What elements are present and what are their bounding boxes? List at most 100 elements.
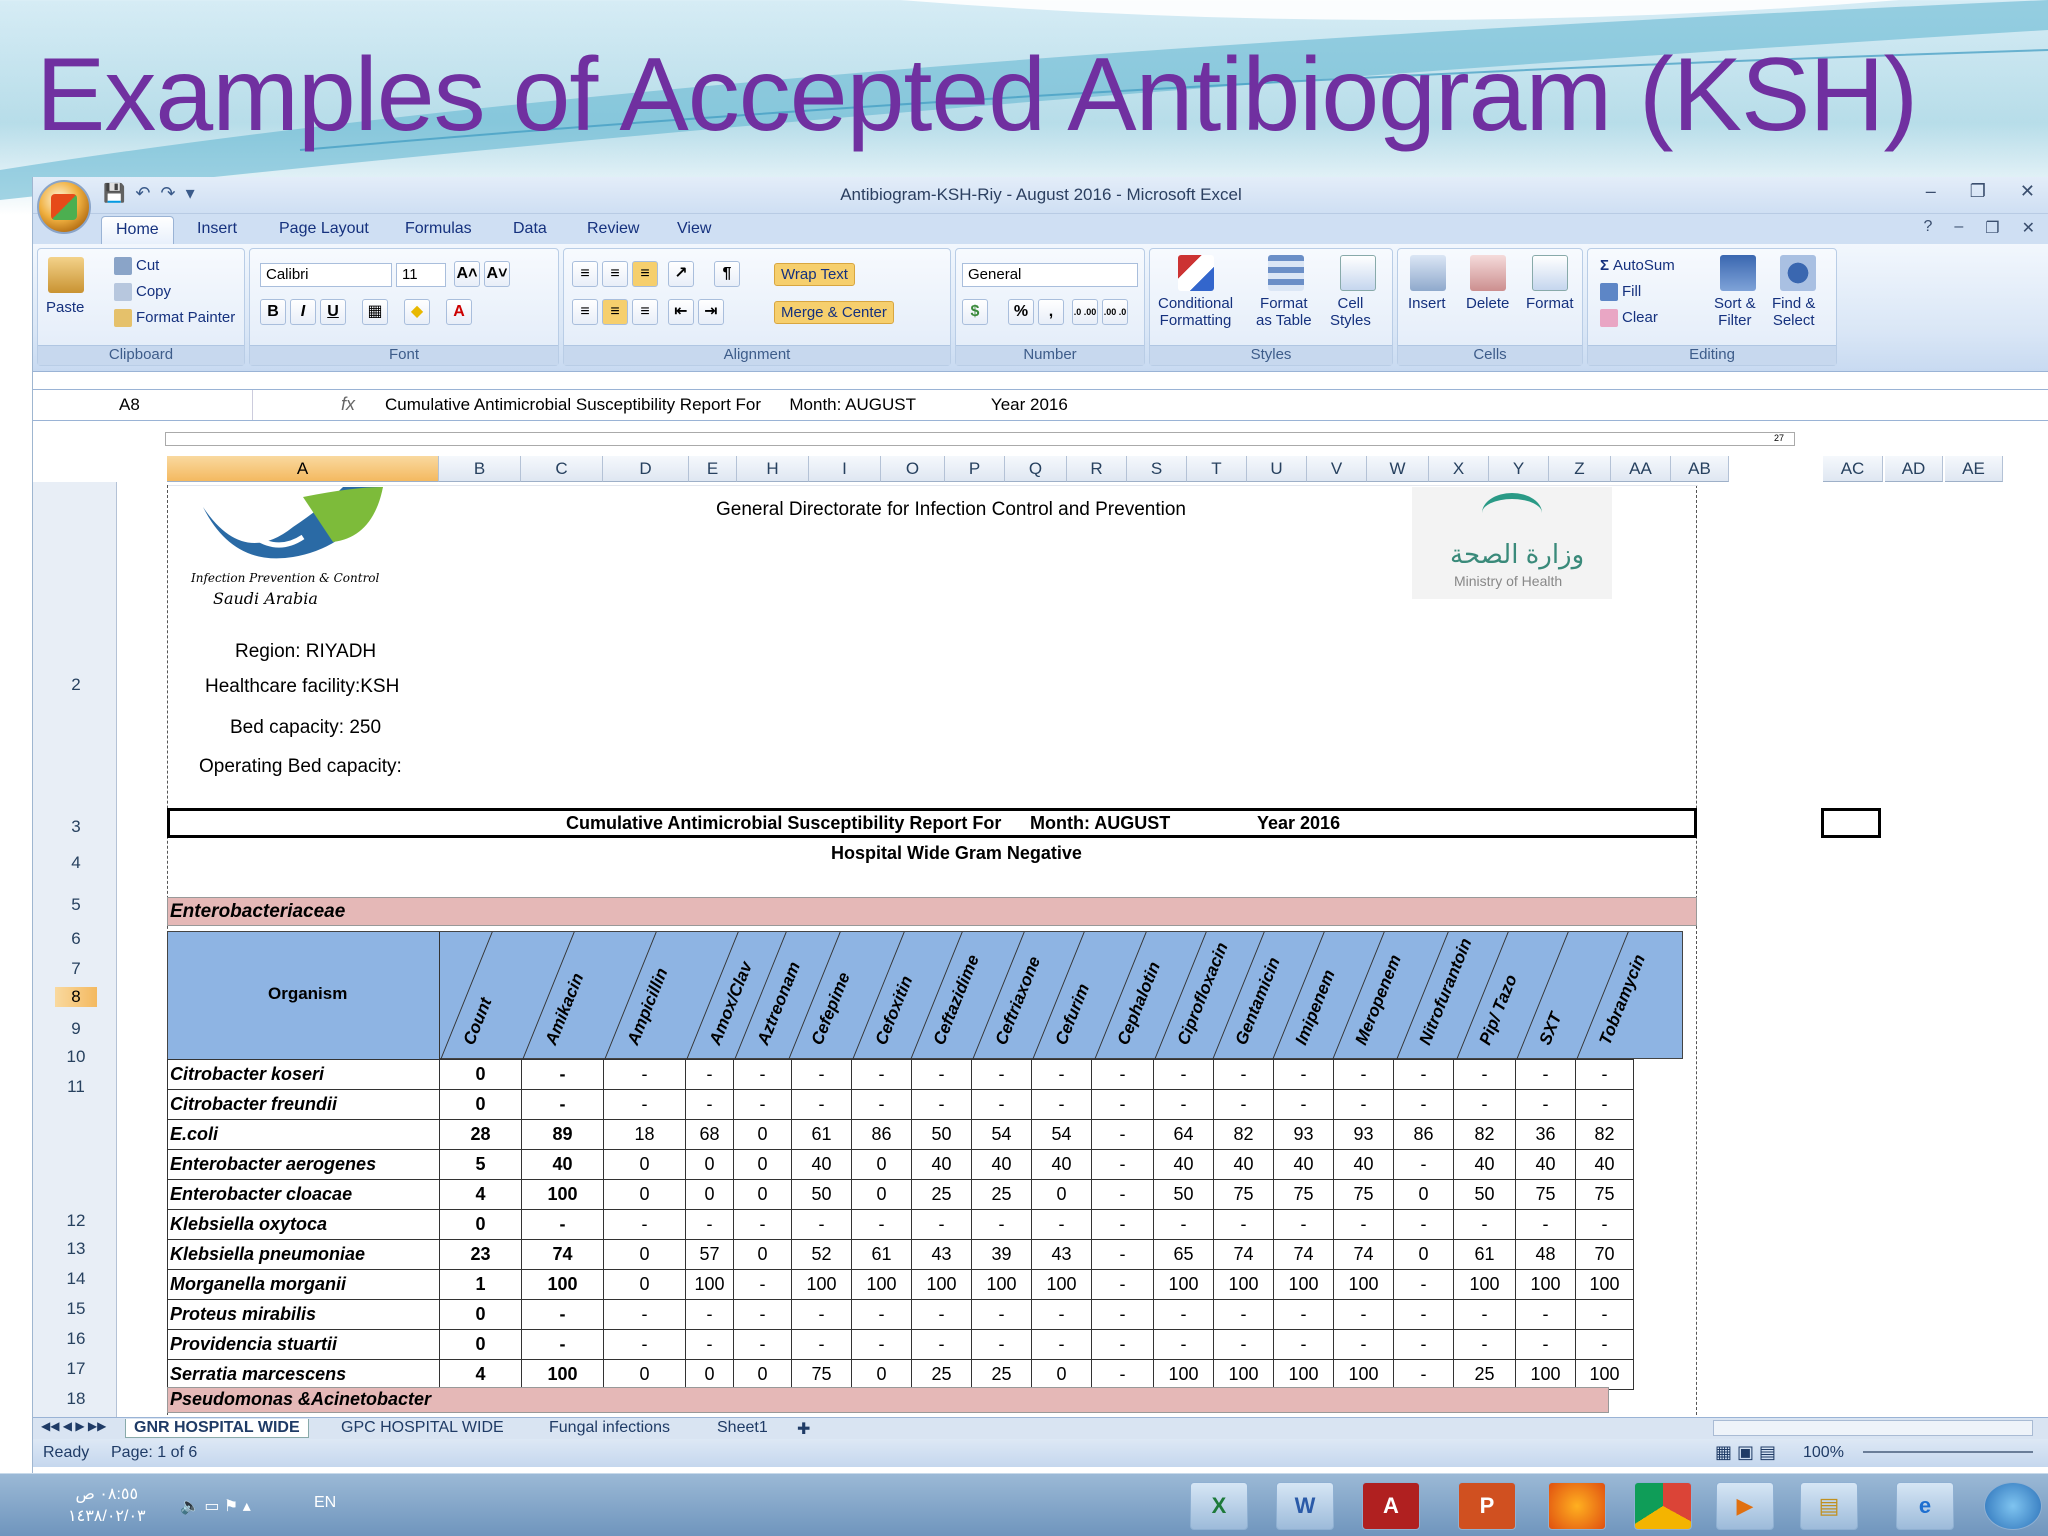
wb-minimize-icon[interactable]: – [1954, 218, 1963, 238]
value-cell[interactable]: - [1153, 1209, 1214, 1240]
tab-home[interactable]: Home [101, 216, 174, 244]
value-cell[interactable]: - [1091, 1269, 1154, 1300]
formula-input[interactable]: Cumulative Antimicrobial Susceptibility … [385, 395, 1068, 415]
value-cell[interactable]: - [1031, 1059, 1092, 1090]
zoom-slider[interactable] [1863, 1451, 2033, 1453]
firefox-taskbar-icon[interactable] [1548, 1482, 1606, 1530]
value-cell[interactable]: - [1091, 1359, 1154, 1390]
column-header[interactable]: Z [1549, 456, 1611, 482]
value-cell[interactable]: - [1333, 1209, 1394, 1240]
value-cell[interactable]: - [791, 1089, 852, 1120]
value-cell[interactable]: - [971, 1299, 1032, 1330]
row-header[interactable]: 8 [55, 987, 97, 1007]
format-as-table-icon[interactable] [1268, 255, 1304, 291]
chrome-taskbar-icon[interactable] [1634, 1482, 1692, 1530]
minimize-icon[interactable]: – [1926, 181, 1936, 202]
column-header[interactable]: I [809, 456, 881, 482]
value-cell[interactable]: - [851, 1059, 912, 1090]
value-cell[interactable]: - [1091, 1209, 1154, 1240]
value-cell[interactable]: 54 [1031, 1119, 1092, 1150]
column-header[interactable]: C [521, 456, 603, 482]
selected-cell-outline[interactable] [1821, 808, 1881, 838]
row-header[interactable]: 13 [55, 1239, 97, 1259]
language-indicator[interactable]: EN [314, 1494, 336, 1512]
wb-restore-icon[interactable]: ❐ [1985, 218, 1999, 238]
ie-taskbar-icon[interactable]: e [1896, 1482, 1954, 1530]
decrease-indent-icon[interactable]: ⇤ [668, 299, 694, 325]
value-cell[interactable]: 40 [911, 1149, 972, 1180]
number-format-select[interactable]: General [962, 263, 1138, 287]
value-cell[interactable]: 86 [1393, 1119, 1454, 1150]
font-size-select[interactable]: 11 [396, 263, 446, 287]
value-cell[interactable]: 100 [1333, 1359, 1394, 1390]
value-cell[interactable]: - [1031, 1089, 1092, 1120]
value-cell[interactable]: - [1453, 1059, 1516, 1090]
value-cell[interactable]: - [1393, 1059, 1454, 1090]
value-cell[interactable]: 100 [911, 1269, 972, 1300]
wrap-text-button[interactable]: Wrap Text [774, 263, 855, 286]
clear-button[interactable]: Clear [1600, 309, 1658, 328]
value-cell[interactable]: - [1333, 1299, 1394, 1330]
value-cell[interactable]: - [521, 1299, 604, 1330]
value-cell[interactable]: 100 [1153, 1359, 1214, 1390]
value-cell[interactable]: 0 [733, 1359, 792, 1390]
copy-button[interactable]: Copy [114, 283, 171, 302]
value-cell[interactable]: 100 [851, 1269, 912, 1300]
bold-button[interactable]: B [260, 299, 286, 325]
value-cell[interactable]: 0 [851, 1179, 912, 1210]
value-cell[interactable]: 0 [733, 1119, 792, 1150]
value-cell[interactable]: 0 [439, 1209, 522, 1240]
value-cell[interactable]: - [1515, 1209, 1576, 1240]
currency-icon[interactable]: $ [962, 299, 988, 325]
value-cell[interactable]: - [521, 1059, 604, 1090]
indent-icon[interactable]: ¶ [714, 261, 740, 287]
value-cell[interactable]: - [911, 1299, 972, 1330]
decrease-decimal-button[interactable]: .00 .0 [1102, 299, 1128, 325]
value-cell[interactable]: 100 [1515, 1359, 1576, 1390]
align-top-icon[interactable]: ≡ [572, 261, 598, 287]
row-header[interactable]: 3 [55, 817, 97, 837]
binoculars-icon[interactable] [1780, 255, 1816, 291]
value-cell[interactable]: - [1333, 1089, 1394, 1120]
row-header[interactable]: 17 [55, 1359, 97, 1379]
value-cell[interactable]: - [1515, 1299, 1576, 1330]
organism-cell[interactable]: Enterobacter aerogenes [167, 1149, 440, 1180]
value-cell[interactable]: - [1273, 1299, 1334, 1330]
value-cell[interactable]: 75 [1333, 1179, 1394, 1210]
value-cell[interactable]: 82 [1213, 1119, 1274, 1150]
organism-cell[interactable]: Providencia stuartii [167, 1329, 440, 1360]
format-as-table-button[interactable]: Format as Table [1256, 295, 1312, 329]
value-cell[interactable]: 18 [603, 1119, 686, 1150]
value-cell[interactable]: - [1153, 1089, 1214, 1120]
value-cell[interactable]: 61 [1453, 1239, 1516, 1270]
tab-page-layout[interactable]: Page Layout [279, 220, 369, 238]
sheet-nav-arrows[interactable]: ◀◀ ◀ ▶ ▶▶ [41, 1419, 106, 1433]
value-cell[interactable]: 82 [1575, 1119, 1634, 1150]
value-cell[interactable]: - [1393, 1149, 1454, 1180]
cell-styles-icon[interactable] [1340, 255, 1376, 291]
value-cell[interactable]: - [521, 1209, 604, 1240]
organism-cell[interactable]: Citrobacter koseri [167, 1059, 440, 1090]
value-cell[interactable]: - [603, 1059, 686, 1090]
value-cell[interactable]: - [911, 1209, 972, 1240]
column-header[interactable]: U [1247, 456, 1307, 482]
value-cell[interactable]: 54 [971, 1119, 1032, 1150]
percent-button[interactable]: % [1008, 299, 1034, 325]
value-cell[interactable]: 0 [603, 1359, 686, 1390]
value-cell[interactable]: - [1213, 1089, 1274, 1120]
value-cell[interactable]: - [911, 1329, 972, 1360]
value-cell[interactable]: - [911, 1059, 972, 1090]
sheet-tab-gpc[interactable]: GPC HOSPITAL WIDE [341, 1419, 504, 1437]
find-select-button[interactable]: Find & Select [1772, 295, 1815, 329]
new-sheet-icon[interactable]: ✚ [797, 1419, 810, 1439]
delete-button[interactable]: Delete [1466, 295, 1509, 312]
column-header[interactable]: O [881, 456, 945, 482]
insert-button[interactable]: Insert [1408, 295, 1446, 312]
value-cell[interactable]: 93 [1273, 1119, 1334, 1150]
value-cell[interactable]: 74 [1273, 1239, 1334, 1270]
tab-review[interactable]: Review [587, 220, 639, 238]
column-header[interactable]: X [1429, 456, 1489, 482]
value-cell[interactable]: - [733, 1299, 792, 1330]
format-cells-icon[interactable] [1532, 255, 1568, 291]
row-header[interactable]: 15 [55, 1299, 97, 1319]
